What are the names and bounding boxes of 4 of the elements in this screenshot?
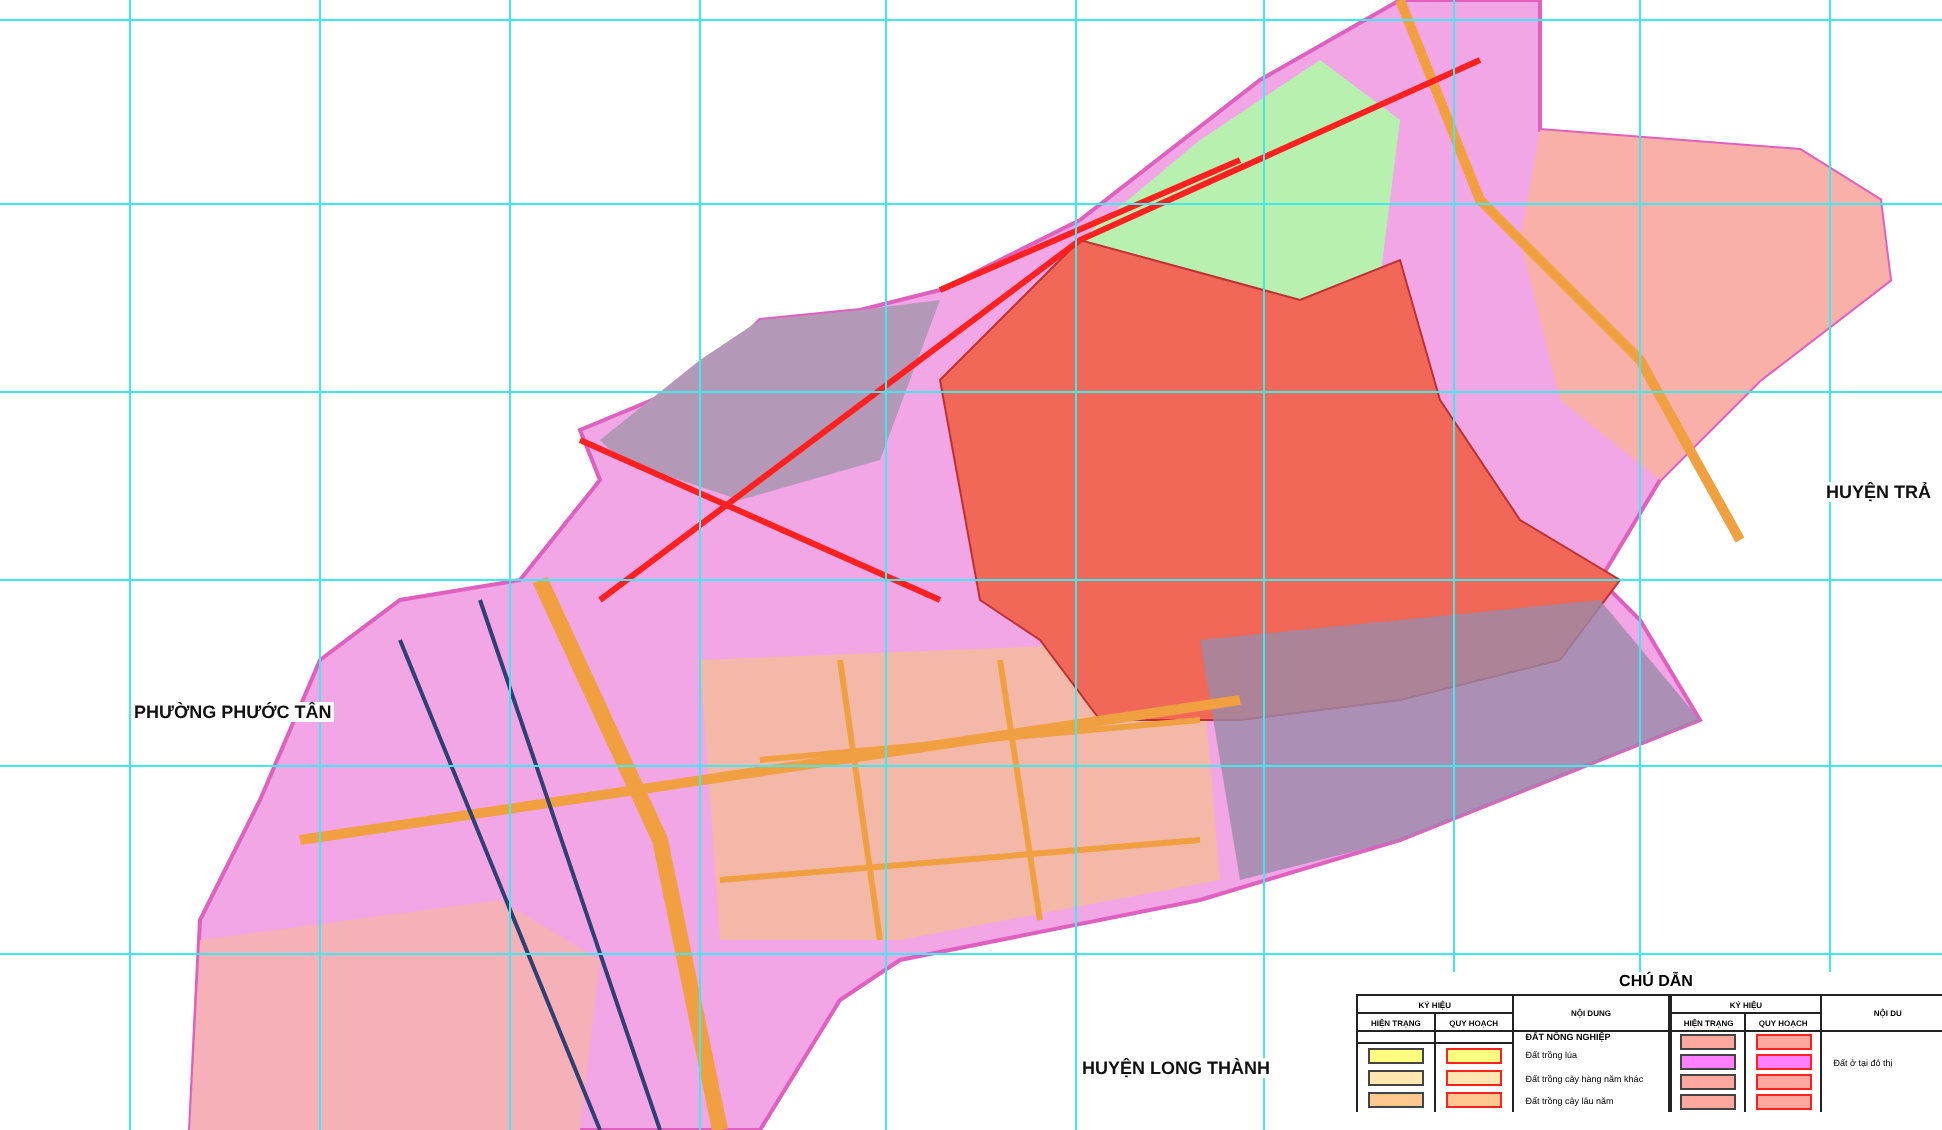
- place-label: PHƯỜNG PHƯỚC TÂN: [132, 702, 334, 722]
- legend-title: CHÚ DẪN: [1617, 972, 1695, 994]
- place-label: HUYỆN LONG THÀNH: [1080, 1058, 1272, 1078]
- place-label: HUYỆN TRẢ: [1824, 482, 1934, 502]
